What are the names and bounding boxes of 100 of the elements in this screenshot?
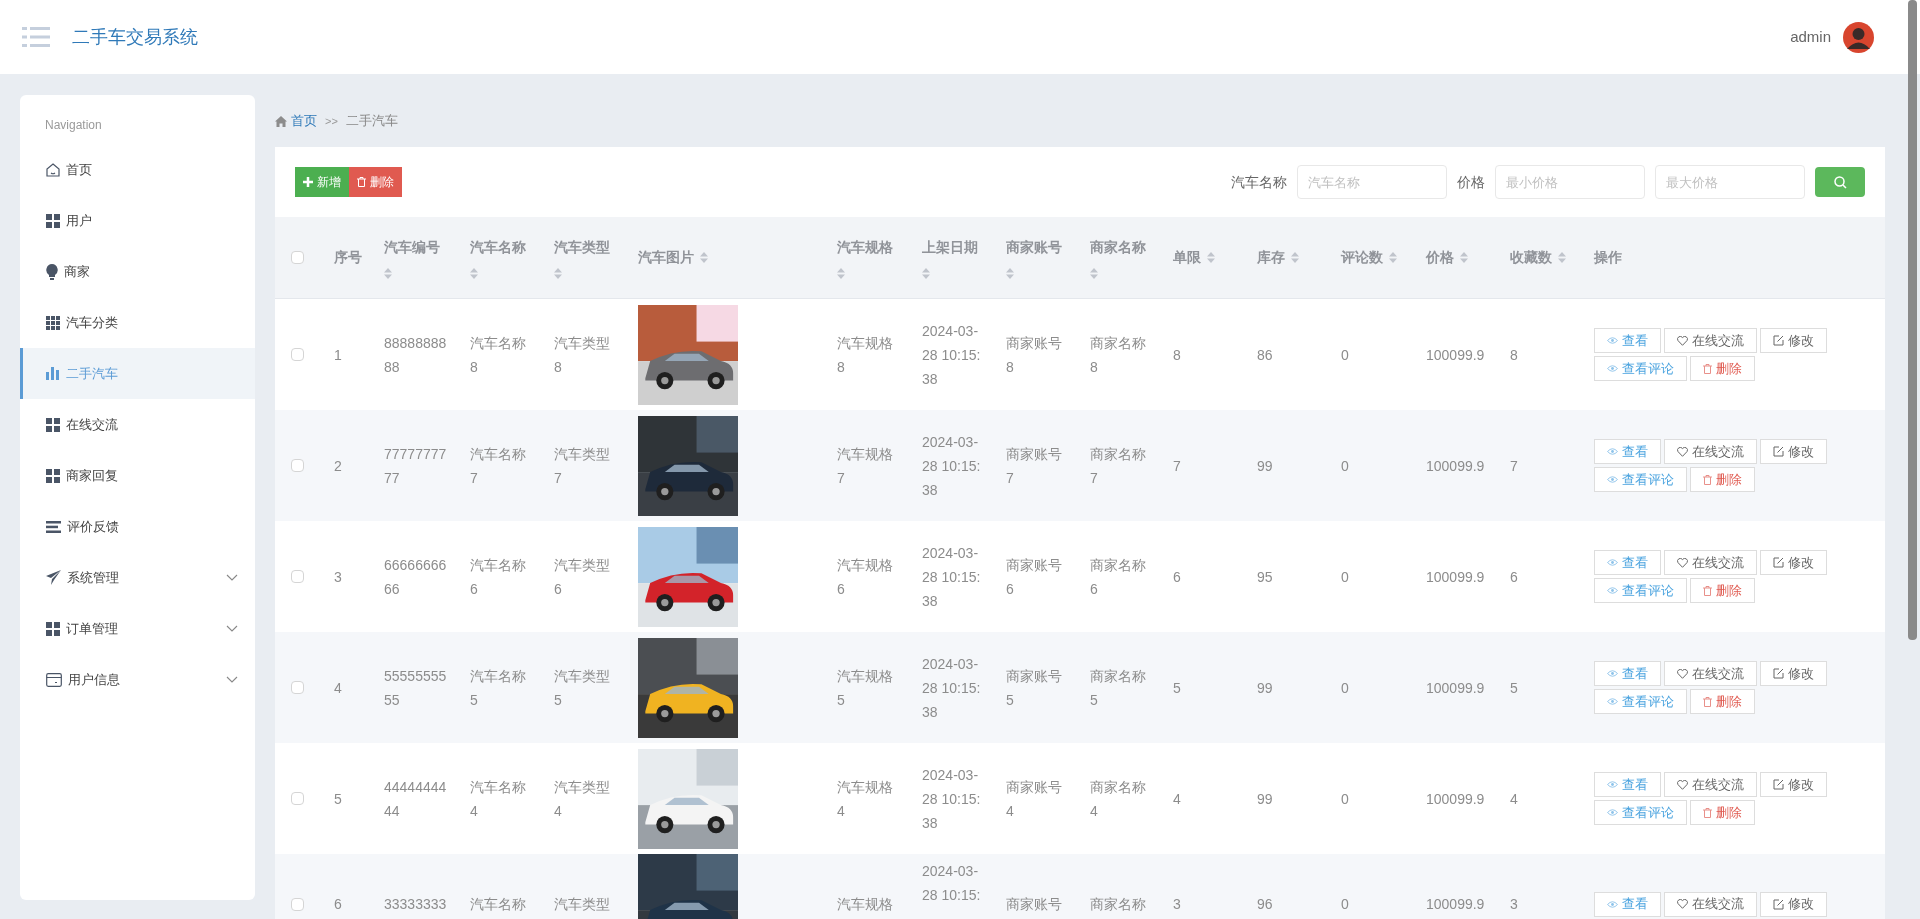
nav-item[interactable]: 商家回复 xyxy=(20,450,255,501)
bulb-icon xyxy=(46,263,58,280)
table-cell-text: 汽车类型8 xyxy=(554,333,611,377)
nav-heading: Navigation xyxy=(44,117,102,134)
table-cell-text: 汽车规格8 xyxy=(837,333,894,377)
table-cell-text: 汽车类型4 xyxy=(554,777,611,821)
sort-icon[interactable] xyxy=(1558,252,1566,263)
edit-button[interactable]: 修改 xyxy=(1760,550,1827,575)
delete-button[interactable]: 删除 xyxy=(1690,356,1755,381)
breadcrumb-link[interactable]: 首页 xyxy=(291,111,317,131)
eye-icon xyxy=(1607,476,1618,483)
checkbox[interactable] xyxy=(291,570,304,583)
edit-button[interactable]: 修改 xyxy=(1760,328,1827,353)
sort-icon[interactable] xyxy=(1207,252,1215,263)
table-cell-text: 2024-03-28 10:15: xyxy=(922,862,982,905)
delete-button[interactable]: 删除 xyxy=(1690,800,1755,825)
table-cell-text: 100099.9 xyxy=(1426,895,1486,914)
sort-icon[interactable] xyxy=(1090,267,1098,279)
column-header: 收藏数 xyxy=(1510,248,1552,267)
input-field[interactable]: 汽车名称 xyxy=(1297,165,1447,199)
heart-icon xyxy=(1677,779,1688,790)
search-button[interactable] xyxy=(1815,167,1865,197)
table-cell-text: 汽车规格6 xyxy=(837,555,894,599)
nav-item[interactable]: 评价反馈 xyxy=(20,501,255,552)
plus-icon xyxy=(303,177,313,187)
table-cell-text: 99 xyxy=(1257,789,1274,809)
edit-button[interactable]: 修改 xyxy=(1760,772,1827,797)
checkbox[interactable] xyxy=(291,681,304,694)
table-cell-text: 商家账号7 xyxy=(1006,444,1063,488)
checkbox[interactable] xyxy=(291,348,304,361)
input-field[interactable]: 最大价格 xyxy=(1655,165,1805,199)
input-field[interactable]: 最小价格 xyxy=(1495,165,1645,199)
nav-item[interactable]: 在线交流 xyxy=(20,399,255,450)
edit-button[interactable]: 修改 xyxy=(1760,439,1827,464)
user-name[interactable]: admin xyxy=(1790,25,1831,49)
column-header: 序号 xyxy=(334,248,362,267)
table-cell-text: 6666666666 xyxy=(384,555,447,599)
checkbox[interactable] xyxy=(291,792,304,805)
nav-item[interactable]: 商家 xyxy=(20,246,255,297)
nav-item[interactable]: 用户信息 xyxy=(20,654,255,705)
chat-button[interactable]: 在线交流 xyxy=(1664,891,1757,917)
chat-button[interactable]: 在线交流 xyxy=(1664,550,1757,575)
chat-button[interactable]: 在线交流 xyxy=(1664,328,1757,353)
table-row[interactable]: 6 33333333 汽车名称 汽车类型 汽车规格 2024-03-28 10:15: 商家账号 商家名称 3 96 0 100099.9 3 查看 在线交流 修改 xyxy=(275,854,1885,919)
table-cell-text: 6 xyxy=(334,895,342,914)
edit-icon xyxy=(1773,557,1784,568)
eye-icon xyxy=(1607,698,1618,705)
table-cell-text: 1 xyxy=(334,345,342,365)
column-header: 评论数 xyxy=(1341,248,1383,267)
table-cell-text: 3 xyxy=(1510,895,1519,914)
trash-icon xyxy=(1703,807,1712,818)
table-cell-text: 4 xyxy=(1510,789,1519,809)
chat-button[interactable]: 在线交流 xyxy=(1664,661,1757,686)
table-cell-text: 96 xyxy=(1257,895,1274,914)
nav-item[interactable]: 系统管理 xyxy=(20,552,255,603)
table-cell-text: 汽车规格4 xyxy=(837,777,894,821)
edit-button[interactable]: 修改 xyxy=(1760,891,1827,917)
table-cell-text: 汽车名称4 xyxy=(470,777,527,821)
sort-icon[interactable] xyxy=(1006,267,1014,279)
delete-button[interactable]: 删除 xyxy=(1690,467,1755,492)
delete-button[interactable]: 删除 xyxy=(1690,578,1755,603)
trash-icon xyxy=(1703,585,1712,596)
chat-button[interactable]: 在线交流 xyxy=(1664,439,1757,464)
sort-icon[interactable] xyxy=(700,252,708,263)
table-cell-text: 99 xyxy=(1257,678,1274,698)
checkbox[interactable] xyxy=(291,251,304,264)
avatar-icon[interactable] xyxy=(1843,21,1874,53)
delete-button[interactable]: 删除 xyxy=(1690,689,1755,714)
sort-icon[interactable] xyxy=(554,267,562,279)
table-cell-text: 4 xyxy=(1173,789,1182,809)
checkbox[interactable] xyxy=(291,897,304,911)
edit-button[interactable]: 修改 xyxy=(1760,661,1827,686)
heart-icon xyxy=(1677,899,1688,909)
sort-icon[interactable] xyxy=(922,267,930,279)
sort-icon[interactable] xyxy=(384,267,392,279)
table-cell-text: 8 xyxy=(1173,345,1182,365)
checkbox[interactable] xyxy=(291,459,304,472)
edit-icon xyxy=(1773,668,1784,679)
nav-item[interactable]: 首页 xyxy=(20,144,255,195)
scrollbar-drawing[interactable] xyxy=(1908,0,1917,640)
column-header: 汽车图片 xyxy=(638,248,694,267)
nav-item[interactable]: 汽车分类 xyxy=(20,297,255,348)
chat-button[interactable]: 在线交流 xyxy=(1664,772,1757,797)
nav-item[interactable]: 订单管理 xyxy=(20,603,255,654)
delete-button[interactable]: 删除 xyxy=(349,167,402,197)
table-cell-text: 汽车规格7 xyxy=(837,444,894,488)
sort-icon[interactable] xyxy=(1291,252,1299,263)
table-row[interactable]: 4 5555555555 汽车名称5 汽车类型5 汽车规格5 2024-03-28 10:15:38 商家账号5 商家名称5 5 99 0 100099.9 5 查看 在线交流 修改 查看评论 删除 xyxy=(275,632,1885,743)
table-cell-text: 86 xyxy=(1257,345,1274,365)
table-cell-text: 99 xyxy=(1257,456,1274,476)
nav-item[interactable]: 用户 xyxy=(20,195,255,246)
table-cell-text: 商家账号6 xyxy=(1006,555,1063,599)
sort-icon[interactable] xyxy=(1460,252,1468,263)
table-row[interactable]: 2 7777777777 汽车名称7 汽车类型7 汽车规格7 2024-03-28 10:15:38 商家账号7 商家名称7 7 99 0 100099.9 7 查看 在线交流 修改 查看评论 删除 xyxy=(275,410,1885,521)
sort-icon[interactable] xyxy=(1389,252,1397,263)
menu-icon[interactable] xyxy=(22,27,50,47)
table-cell-text: 2 xyxy=(334,456,342,476)
table-cell-text: 商家账号8 xyxy=(1006,333,1063,377)
sort-icon[interactable] xyxy=(837,267,845,279)
sort-icon[interactable] xyxy=(470,267,478,279)
